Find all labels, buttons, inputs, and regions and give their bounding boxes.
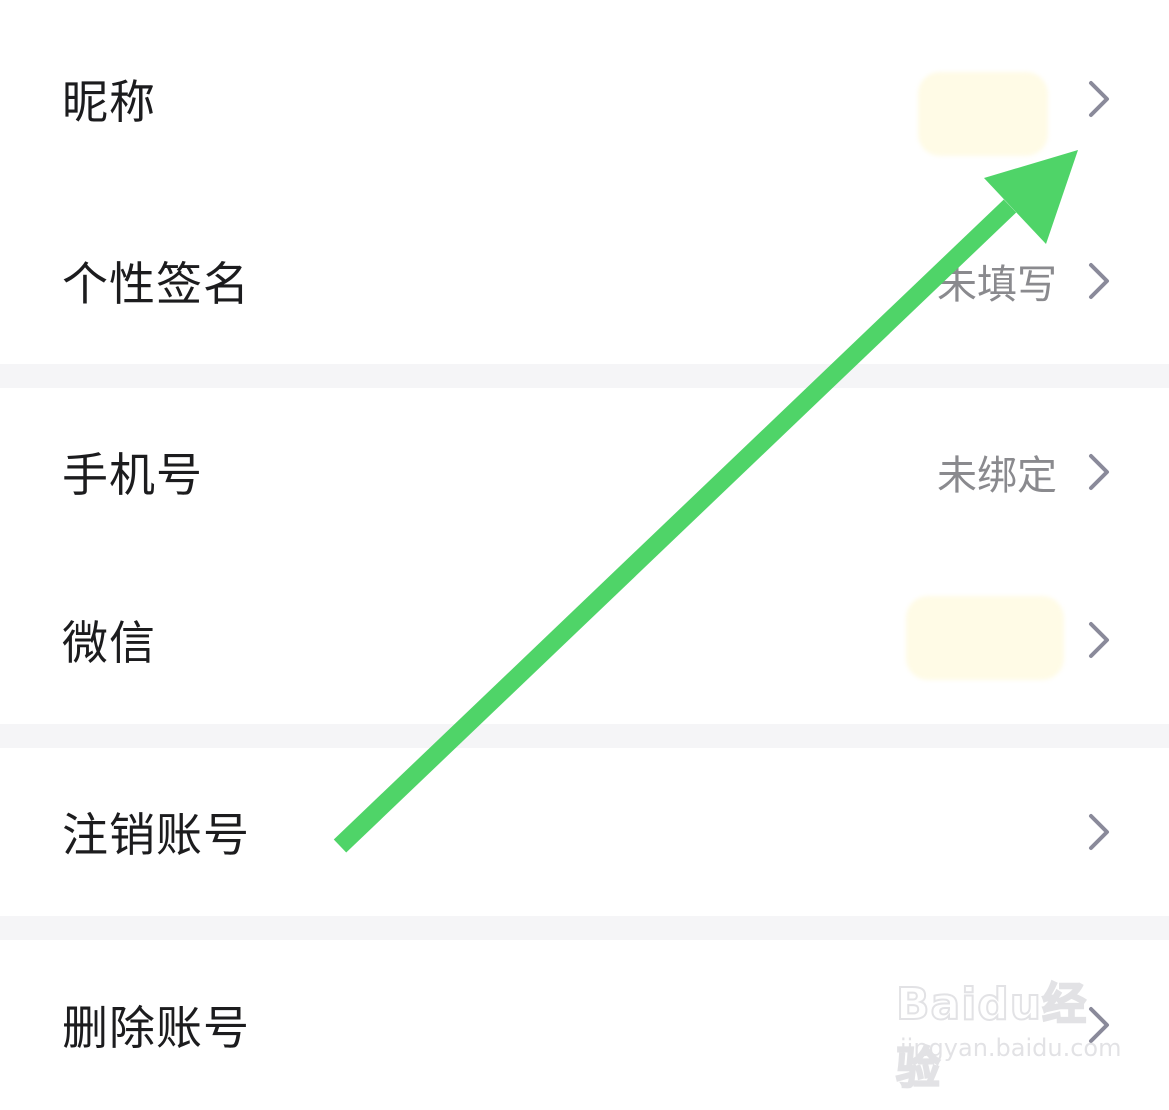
watermark-url: jingyan.baidu.com bbox=[900, 1034, 1122, 1062]
nickname-value-redacted bbox=[918, 72, 1048, 156]
section-separator bbox=[0, 916, 1169, 940]
nickname-label: 昵称 bbox=[62, 75, 156, 129]
chevron-right-icon bbox=[1085, 79, 1113, 119]
nickname-row[interactable]: 昵称 bbox=[0, 0, 1169, 198]
wechat-value-redacted bbox=[906, 596, 1064, 680]
chevron-right-icon bbox=[1085, 620, 1113, 660]
wechat-row[interactable]: 微信 bbox=[0, 556, 1169, 724]
chevron-right-icon bbox=[1085, 452, 1113, 492]
phone-value: 未绑定 bbox=[937, 453, 1057, 499]
cancel-account-row[interactable]: 注销账号 bbox=[0, 748, 1169, 916]
watermark-logo: Baidu经验 bbox=[895, 978, 1088, 1095]
section-separator bbox=[0, 724, 1169, 748]
section-separator bbox=[0, 364, 1169, 388]
wechat-label: 微信 bbox=[62, 616, 156, 670]
signature-label: 个性签名 bbox=[62, 257, 250, 311]
chevron-right-icon bbox=[1085, 812, 1113, 852]
cancel-account-label: 注销账号 bbox=[62, 808, 250, 862]
phone-label: 手机号 bbox=[62, 448, 203, 502]
chevron-right-icon bbox=[1085, 261, 1113, 301]
signature-row[interactable]: 个性签名 未填写 bbox=[0, 198, 1169, 364]
signature-value: 未填写 bbox=[937, 262, 1057, 308]
phone-row[interactable]: 手机号 未绑定 bbox=[0, 388, 1169, 556]
delete-account-label: 删除账号 bbox=[62, 1001, 250, 1055]
baidu-watermark: Baidu经验 jingyan.baidu.com bbox=[895, 968, 1121, 1095]
settings-list: 昵称 个性签名 未填写 手机号 未绑定 微信 注销账号 删除账号 bbox=[0, 0, 1169, 1110]
